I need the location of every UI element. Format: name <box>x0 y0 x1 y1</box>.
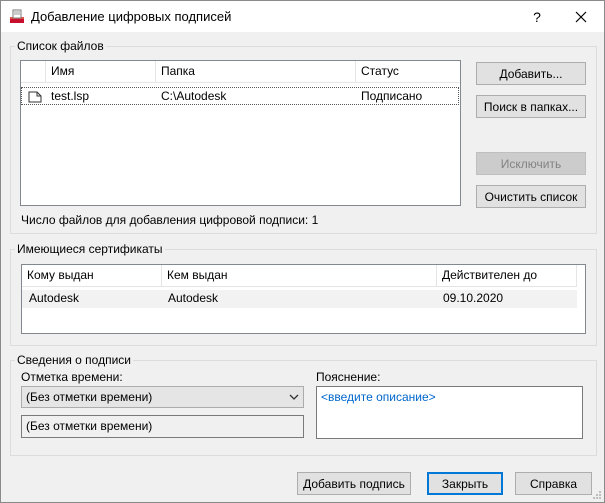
file-cell-status: Подписано <box>361 89 423 103</box>
timestamp-dropdown-value: (Без отметки времени) <box>26 390 153 404</box>
file-list-col-icon[interactable] <box>21 61 46 83</box>
close-button[interactable]: Закрыть <box>427 472 503 495</box>
timestamp-value-field: (Без отметки времени) <box>21 415 304 438</box>
file-list-group-title: Список файлов <box>17 39 104 53</box>
cert-col-issued-by[interactable]: Кем выдан <box>162 265 437 287</box>
timestamp-label: Отметка времени: <box>21 370 123 384</box>
file-list-col-name[interactable]: Имя <box>46 61 156 83</box>
help-title-button[interactable]: ? <box>515 1 559 32</box>
autocad-app-icon <box>10 9 24 23</box>
cert-col-valid-until[interactable]: Действителен до <box>437 265 577 287</box>
help-button[interactable]: Справка <box>515 472 592 495</box>
file-cell-icon <box>22 88 46 106</box>
file-list-col-status[interactable]: Статус <box>356 61 460 83</box>
certificates-group-title: Имеющиеся сертификаты <box>17 242 163 256</box>
file-count-text: Число файлов для добавления цифровой под… <box>21 213 319 227</box>
cert-cell-issued-to: Autodesk <box>29 291 80 305</box>
cert-col-issued-to[interactable]: Кому выдан <box>22 265 162 287</box>
add-signature-button[interactable]: Добавить подпись <box>297 472 411 495</box>
file-list-header: Имя Папка Статус <box>21 61 460 83</box>
title-bar[interactable]: Добавление цифровых подписей ? <box>1 1 604 32</box>
chevron-down-icon <box>289 394 299 400</box>
file-cell-folder: C:\Autodesk <box>161 89 227 103</box>
clear-list-button[interactable]: Очистить список <box>476 185 586 208</box>
certificates-list[interactable]: Кому выдан Кем выдан Действителен до Aut… <box>21 264 586 334</box>
file-icon <box>28 91 42 103</box>
comment-label: Пояснение: <box>316 370 381 384</box>
signature-info-group-title: Сведения о подписи <box>17 353 131 367</box>
close-icon <box>575 11 587 22</box>
search-folders-button[interactable]: Поиск в папках... <box>476 95 586 118</box>
close-title-button[interactable] <box>559 1 603 32</box>
file-cell-name: test.lsp <box>51 89 90 103</box>
add-files-button[interactable]: Добавить... <box>476 62 586 85</box>
table-row[interactable]: Autodesk Autodesk 09.10.2020 <box>22 290 577 308</box>
comment-field[interactable]: <введите описание> <box>316 386 583 439</box>
table-row[interactable]: test.lsp C:\Autodesk Подписано <box>21 87 459 105</box>
add-digital-signatures-dialog: Добавление цифровых подписей ? Список фа… <box>0 0 605 503</box>
cert-cell-valid-until: 09.10.2020 <box>443 291 504 305</box>
resize-grip-icon[interactable] <box>592 490 602 500</box>
certificates-list-header: Кому выдан Кем выдан Действителен до <box>22 265 577 287</box>
file-list[interactable]: Имя Папка Статус test.lsp C:\Autodesk По… <box>20 60 461 206</box>
exclude-button[interactable]: Исключить <box>476 152 586 175</box>
timestamp-dropdown[interactable]: (Без отметки времени) <box>21 386 304 408</box>
window-title: Добавление цифровых подписей <box>31 9 232 24</box>
cert-cell-issued-by: Autodesk <box>168 291 219 305</box>
file-list-col-folder[interactable]: Папка <box>156 61 356 83</box>
